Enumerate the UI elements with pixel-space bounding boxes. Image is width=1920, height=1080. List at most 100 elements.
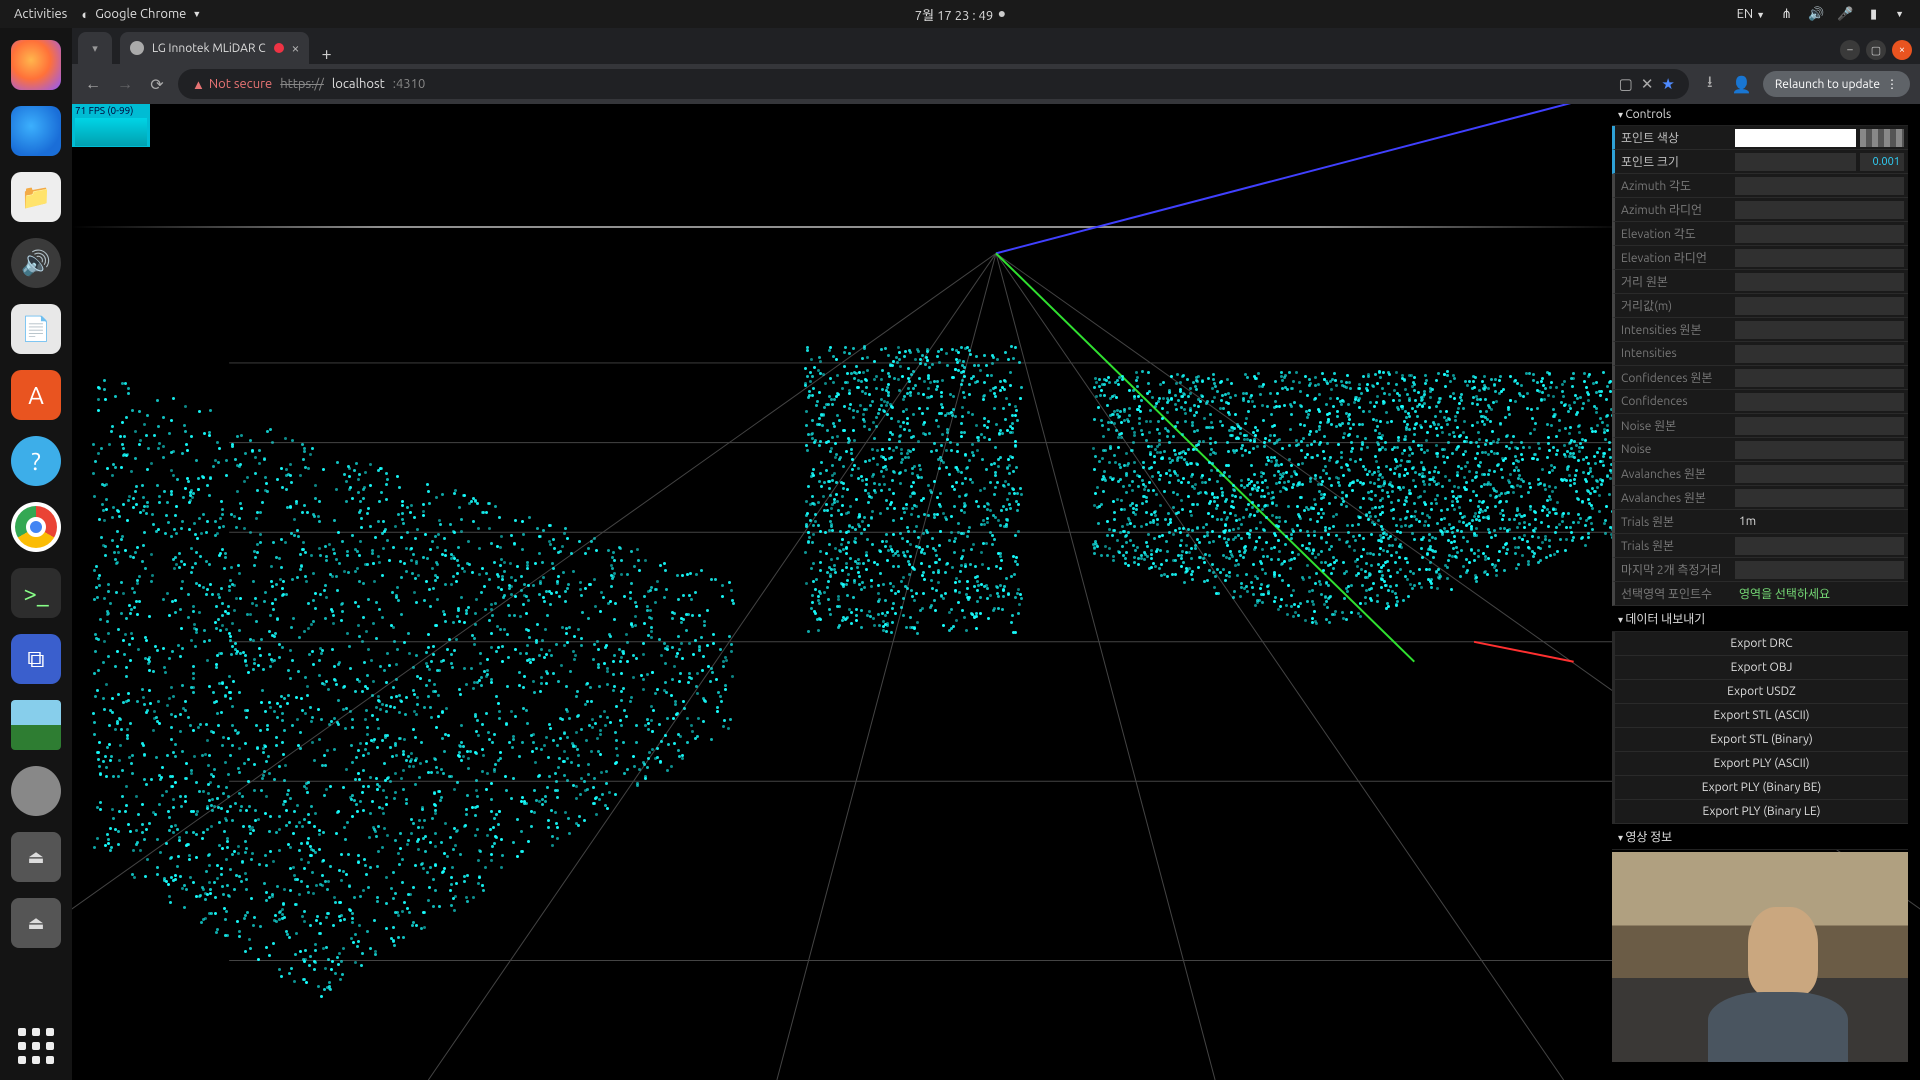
address-bar[interactable]: ▲ Not secure https://localhost:4310 ▢ ✕ … — [178, 69, 1689, 99]
chevron-down-icon: ▼ — [192, 9, 201, 19]
row-param: Avalanches 원본 — [1612, 462, 1908, 486]
value-field — [1735, 417, 1904, 435]
chevron-down-icon: ▼ — [1756, 10, 1765, 20]
row-param: Elevation 라디언 — [1612, 246, 1908, 270]
dock-files-icon[interactable]: 📁 — [11, 172, 61, 222]
export-button[interactable]: Export PLY (ASCII) — [1612, 752, 1908, 776]
maximize-button[interactable]: ▢ — [1866, 40, 1886, 60]
row-point-size[interactable]: 포인트 크기 0.001 — [1612, 150, 1908, 174]
export-button[interactable]: Export OBJ — [1612, 656, 1908, 680]
value-field — [1735, 273, 1904, 291]
row-label: Intensities 원본 — [1615, 321, 1735, 338]
clock[interactable]: 7월 17 23 : 49 — [915, 5, 1005, 24]
row-param: Intensities 원본 — [1612, 318, 1908, 342]
bookmark-star-icon[interactable]: ★ — [1661, 75, 1674, 93]
slider[interactable] — [1735, 153, 1856, 171]
close-tab-button[interactable]: × — [292, 40, 300, 56]
export-button[interactable]: Export PLY (Binary BE) — [1612, 776, 1908, 800]
dock-help-icon[interactable]: ? — [11, 436, 61, 486]
value-field — [1735, 561, 1904, 579]
dock-rhythmbox-icon[interactable]: 🔊 — [11, 238, 61, 288]
security-warning[interactable]: ▲ Not secure — [192, 77, 272, 92]
export-button[interactable]: Export STL (Binary) — [1612, 728, 1908, 752]
dock-terminal-icon[interactable]: >_ — [11, 568, 61, 618]
row-point-color[interactable]: 포인트 색상 — [1612, 126, 1908, 150]
color-swatch[interactable] — [1735, 129, 1856, 147]
url-port: :4310 — [393, 77, 426, 91]
volume-icon[interactable]: 🔊 — [1808, 7, 1823, 22]
value-field: 1m — [1735, 515, 1908, 528]
value-field — [1735, 441, 1904, 459]
dock-screenshot-icon[interactable]: ⧉ — [11, 634, 61, 684]
lang-label: EN — [1737, 7, 1754, 21]
camera-icon[interactable]: ▢ — [1619, 75, 1633, 93]
ubuntu-dock: 📁 🔊 📄 A ? >_ ⧉ ⏏ ⏏ — [0, 28, 72, 1080]
section-controls[interactable]: Controls — [1612, 104, 1908, 126]
show-applications-button[interactable] — [18, 1028, 54, 1064]
location-blocked-icon[interactable]: ✕ — [1641, 75, 1654, 93]
export-button[interactable]: Export DRC — [1612, 632, 1908, 656]
color-extra[interactable] — [1860, 129, 1904, 147]
close-window-button[interactable]: × — [1892, 40, 1912, 60]
value-field — [1735, 249, 1904, 267]
downloads-button[interactable]: ⭳ — [1699, 71, 1721, 98]
row-param: Elevation 각도 — [1612, 222, 1908, 246]
section-video[interactable]: 영상 정보 — [1612, 824, 1908, 850]
dock-usb-icon[interactable]: ⏏ — [11, 898, 61, 948]
row-label: Confidences 원본 — [1615, 369, 1735, 386]
row-label: Trials 원본 — [1615, 513, 1735, 530]
number-input[interactable]: 0.001 — [1860, 153, 1904, 171]
value-field — [1735, 465, 1904, 483]
fps-label: 71 FPS (0-99) — [75, 105, 133, 116]
forward-button[interactable]: → — [114, 75, 136, 94]
point-cloud-right — [1092, 354, 1612, 674]
search-tabs-button[interactable]: ▾ — [78, 32, 112, 64]
clock-text: 7월 17 23 : 49 — [915, 5, 993, 24]
dock-software-icon[interactable]: A — [11, 370, 61, 420]
row-param: Trials 원본 — [1612, 534, 1908, 558]
export-button[interactable]: Export STL (ASCII) — [1612, 704, 1908, 728]
network-icon[interactable]: ⋔ — [1779, 7, 1794, 22]
axis-z — [996, 104, 1643, 253]
value-field — [1735, 393, 1904, 411]
minimize-button[interactable]: – — [1840, 40, 1860, 60]
new-tab-button[interactable]: + — [309, 44, 343, 64]
row-label: 포인트 크기 — [1615, 153, 1735, 170]
relaunch-button[interactable]: Relaunch to update⋮ — [1763, 71, 1910, 97]
dock-chrome-icon[interactable] — [11, 502, 61, 552]
profile-button[interactable]: 👤 — [1731, 75, 1753, 94]
reload-button[interactable]: ⟳ — [146, 75, 168, 94]
value-field — [1735, 369, 1904, 387]
lidar-viewport[interactable]: 71 FPS (0-99) Controls — [72, 104, 1920, 1080]
dock-libreoffice-icon[interactable]: 📄 — [11, 304, 61, 354]
row-param: Azimuth 각도 — [1612, 174, 1908, 198]
url-host: localhost — [332, 77, 385, 91]
row-label: Azimuth 라디언 — [1615, 201, 1735, 218]
export-button[interactable]: Export USDZ — [1612, 680, 1908, 704]
browser-tab[interactable]: LG Innotek MLiDAR C × — [120, 32, 309, 64]
battery-icon[interactable]: ▮ — [1866, 7, 1881, 22]
dock-imageviewer-icon[interactable] — [11, 700, 61, 750]
dock-thunderbird-icon[interactable] — [11, 106, 61, 156]
webcam-preview — [1612, 852, 1908, 1062]
back-button[interactable]: ← — [82, 75, 104, 94]
tab-title: LG Innotek MLiDAR C — [152, 42, 266, 55]
mic-icon[interactable]: 🎤 — [1837, 7, 1852, 22]
row-label: Avalanches 원본 — [1615, 465, 1735, 482]
dock-usb-icon[interactable]: ⏏ — [11, 832, 61, 882]
tab-favicon-icon — [130, 41, 144, 55]
row-param: Confidences 원본 — [1612, 366, 1908, 390]
fps-counter: 71 FPS (0-99) — [72, 104, 150, 147]
app-menu[interactable]: ◐ Google Chrome ▼ — [81, 7, 201, 22]
dock-app-icon[interactable] — [11, 766, 61, 816]
section-export[interactable]: 데이터 내보내기 — [1612, 606, 1908, 632]
dock-firefox-icon[interactable] — [11, 40, 61, 90]
row-selection-count: 선택영역 포인트수 영역을 선택하세요 — [1612, 582, 1908, 606]
kebab-icon: ⋮ — [1886, 77, 1898, 91]
value-field — [1735, 537, 1904, 555]
export-button[interactable]: Export PLY (Binary LE) — [1612, 800, 1908, 824]
hint-text: 영역을 선택하세요 — [1735, 585, 1908, 602]
system-menu-chevron-icon[interactable]: ▼ — [1895, 9, 1904, 19]
input-language[interactable]: EN ▼ — [1737, 7, 1765, 21]
activities-button[interactable]: Activities — [14, 7, 67, 21]
